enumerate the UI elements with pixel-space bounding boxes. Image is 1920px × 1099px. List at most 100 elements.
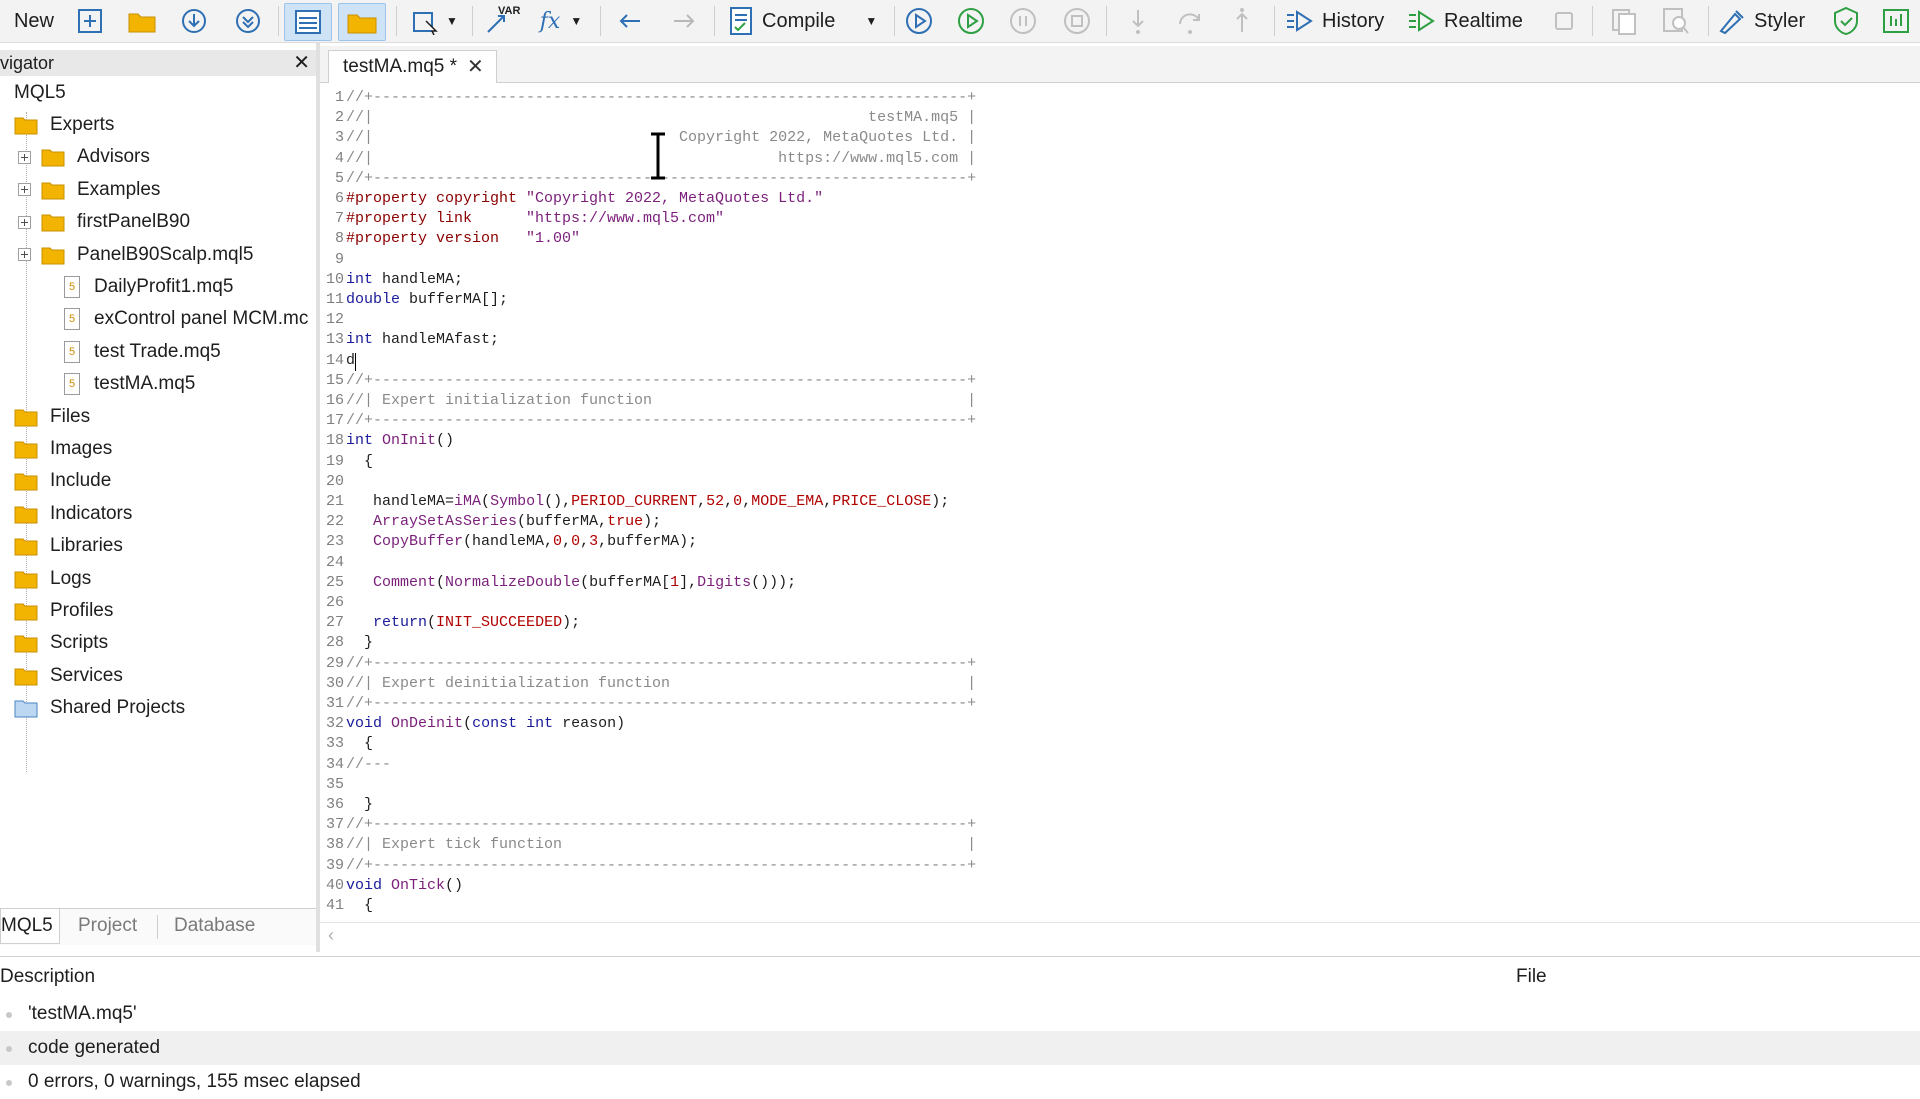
line-number: 25: [325, 573, 344, 591]
code-token: {: [346, 452, 374, 470]
scroll-left-icon[interactable]: ‹: [328, 925, 334, 946]
pause-icon[interactable]: [1004, 3, 1042, 39]
ibeam-cursor-icon: [651, 132, 665, 180]
tree-item-images[interactable]: Images: [14, 434, 112, 464]
tab-database[interactable]: Database: [174, 909, 274, 943]
line-number-gutter: 1 2 3 4 5 6 7 8 9 10 11 12 13 14 15 16 17 18 19 20 21 22 23 24 2…: [322, 88, 344, 920]
folder-icon: [14, 538, 38, 556]
new-button[interactable]: New: [6, 3, 56, 39]
code-token: //+-------------------------------------…: [346, 816, 977, 834]
step-over-icon[interactable]: [1172, 3, 1208, 39]
code-token: MODE_EMA: [751, 493, 824, 510]
log-row[interactable]: 0 errors, 0 warnings, 155 msec elapsed: [0, 1065, 1920, 1099]
tree-item-firstpanelb90[interactable]: firstPanelB90: [18, 207, 190, 237]
mq5-file-icon: 5: [64, 276, 80, 298]
tree-item-scripts[interactable]: Scripts: [14, 628, 108, 658]
code-token: int: [346, 432, 374, 450]
forward-arrow-icon[interactable]: [666, 3, 702, 39]
info-dot-icon: [6, 1046, 12, 1052]
tree-item-profiles[interactable]: Profiles: [14, 596, 113, 626]
tree-item-excontrol-panel-mcm-mc[interactable]: 5 exControl panel MCM.mc: [52, 304, 308, 334]
tree-item-dailyprofit1-mq5[interactable]: 5 DailyProfit1.mq5: [52, 272, 233, 302]
tree-item-libraries[interactable]: Libraries: [14, 531, 123, 561]
toolbox-toggle-icon[interactable]: [284, 3, 332, 41]
code-line: //+-------------------------------------…: [346, 411, 976, 431]
insert-function-dropdown[interactable]: fx ▼: [530, 3, 592, 39]
toolbox-panel: Description File 'testMA.mq5' code gener…: [0, 956, 1920, 1092]
download-icon[interactable]: [176, 3, 212, 39]
open-folder-icon[interactable]: [124, 3, 160, 39]
terminal-icon[interactable]: [1876, 3, 1916, 39]
code-token: int: [346, 331, 374, 349]
log-row[interactable]: code generated: [0, 1031, 1920, 1065]
tree-root-mql5[interactable]: MQL5: [14, 78, 66, 108]
copy-icon[interactable]: [1604, 3, 1644, 39]
navigator-toggle-icon[interactable]: [338, 3, 386, 41]
code-token: ],: [679, 573, 698, 591]
stop-icon[interactable]: [1058, 3, 1096, 39]
insert-variable-button[interactable]: VAR: [480, 3, 522, 39]
tree-item-examples[interactable]: Examples: [18, 175, 160, 205]
horizontal-scrollbar[interactable]: ‹: [320, 922, 1920, 947]
compile-button[interactable]: Compile ▼: [728, 3, 888, 39]
tree-item-testma-mq5[interactable]: 5 testMA.mq5: [52, 369, 195, 399]
tree-item-advisors[interactable]: Advisors: [18, 142, 150, 172]
chevron-down-icon: ▼: [865, 14, 878, 28]
line-number: 23: [325, 533, 344, 551]
shield-icon[interactable]: [1826, 3, 1866, 39]
realtime-button[interactable]: Realtime: [1406, 3, 1536, 39]
tab-mql5[interactable]: MQL5: [0, 909, 60, 944]
tree-item-shared-projects[interactable]: Shared Projects: [14, 693, 185, 723]
play-icon[interactable]: [952, 3, 990, 39]
line-number: 32: [325, 715, 344, 733]
tree-item-indicators[interactable]: Indicators: [14, 499, 132, 529]
close-icon[interactable]: ✕: [293, 50, 310, 76]
column-header-description[interactable]: Description: [0, 957, 95, 997]
tab-testma[interactable]: testMA.mq5 * ✕: [328, 50, 497, 83]
tab-project[interactable]: Project: [78, 909, 154, 943]
expand-icon[interactable]: [18, 215, 31, 229]
code-token: "1.00": [526, 230, 581, 248]
styler-button[interactable]: Styler: [1716, 3, 1820, 39]
code-token: 1: [670, 573, 680, 591]
code-line: return(INIT_SUCCEEDED);: [346, 613, 580, 633]
expand-icon[interactable]: [18, 150, 31, 164]
find-in-files-icon[interactable]: [1656, 3, 1696, 39]
code-token: Comment: [373, 573, 437, 591]
tree-item-files[interactable]: Files: [14, 402, 90, 432]
download-all-icon[interactable]: [230, 3, 266, 39]
step-out-icon[interactable]: [1224, 3, 1260, 39]
back-arrow-icon[interactable]: [612, 3, 648, 39]
code-token: d: [346, 351, 356, 369]
code-token: reason): [553, 715, 626, 733]
code-line: //| Expert tick function |: [346, 835, 976, 855]
tree-item-logs[interactable]: Logs: [14, 564, 91, 594]
code-editor[interactable]: //+-------------------------------------…: [346, 88, 1906, 920]
column-header-file[interactable]: File: [1516, 957, 1547, 997]
folder-icon: [14, 603, 38, 621]
stop-testing-icon[interactable]: [1548, 3, 1580, 39]
new-file-icon[interactable]: [72, 3, 108, 39]
tree-item-services[interactable]: Services: [14, 661, 123, 691]
code-token: ,: [580, 533, 590, 551]
step-into-icon[interactable]: [1120, 3, 1156, 39]
log-row[interactable]: 'testMA.mq5': [0, 997, 1920, 1031]
expand-icon[interactable]: [18, 183, 31, 197]
debug-start-icon[interactable]: [900, 3, 938, 39]
code-token: {: [346, 735, 374, 753]
info-dot-icon: [6, 1012, 12, 1018]
history-button[interactable]: History: [1284, 3, 1414, 39]
tree-item-test-trade-mq5[interactable]: 5 test Trade.mq5: [52, 337, 221, 367]
tree-item-panelb90scalp-mql5[interactable]: PanelB90Scalp.mql5: [18, 240, 253, 270]
tree-item-label: Shared Projects: [50, 697, 186, 719]
navigator-splitter[interactable]: [316, 42, 320, 952]
code-snippet-dropdown[interactable]: ▼: [404, 3, 464, 39]
expand-icon[interactable]: [18, 248, 31, 262]
line-number: 7: [334, 210, 344, 228]
close-icon[interactable]: ✕: [467, 51, 484, 83]
tree-item-experts[interactable]: Experts: [14, 110, 114, 140]
tree-item-include[interactable]: Include: [14, 466, 111, 496]
code-token: #property version: [346, 230, 527, 248]
